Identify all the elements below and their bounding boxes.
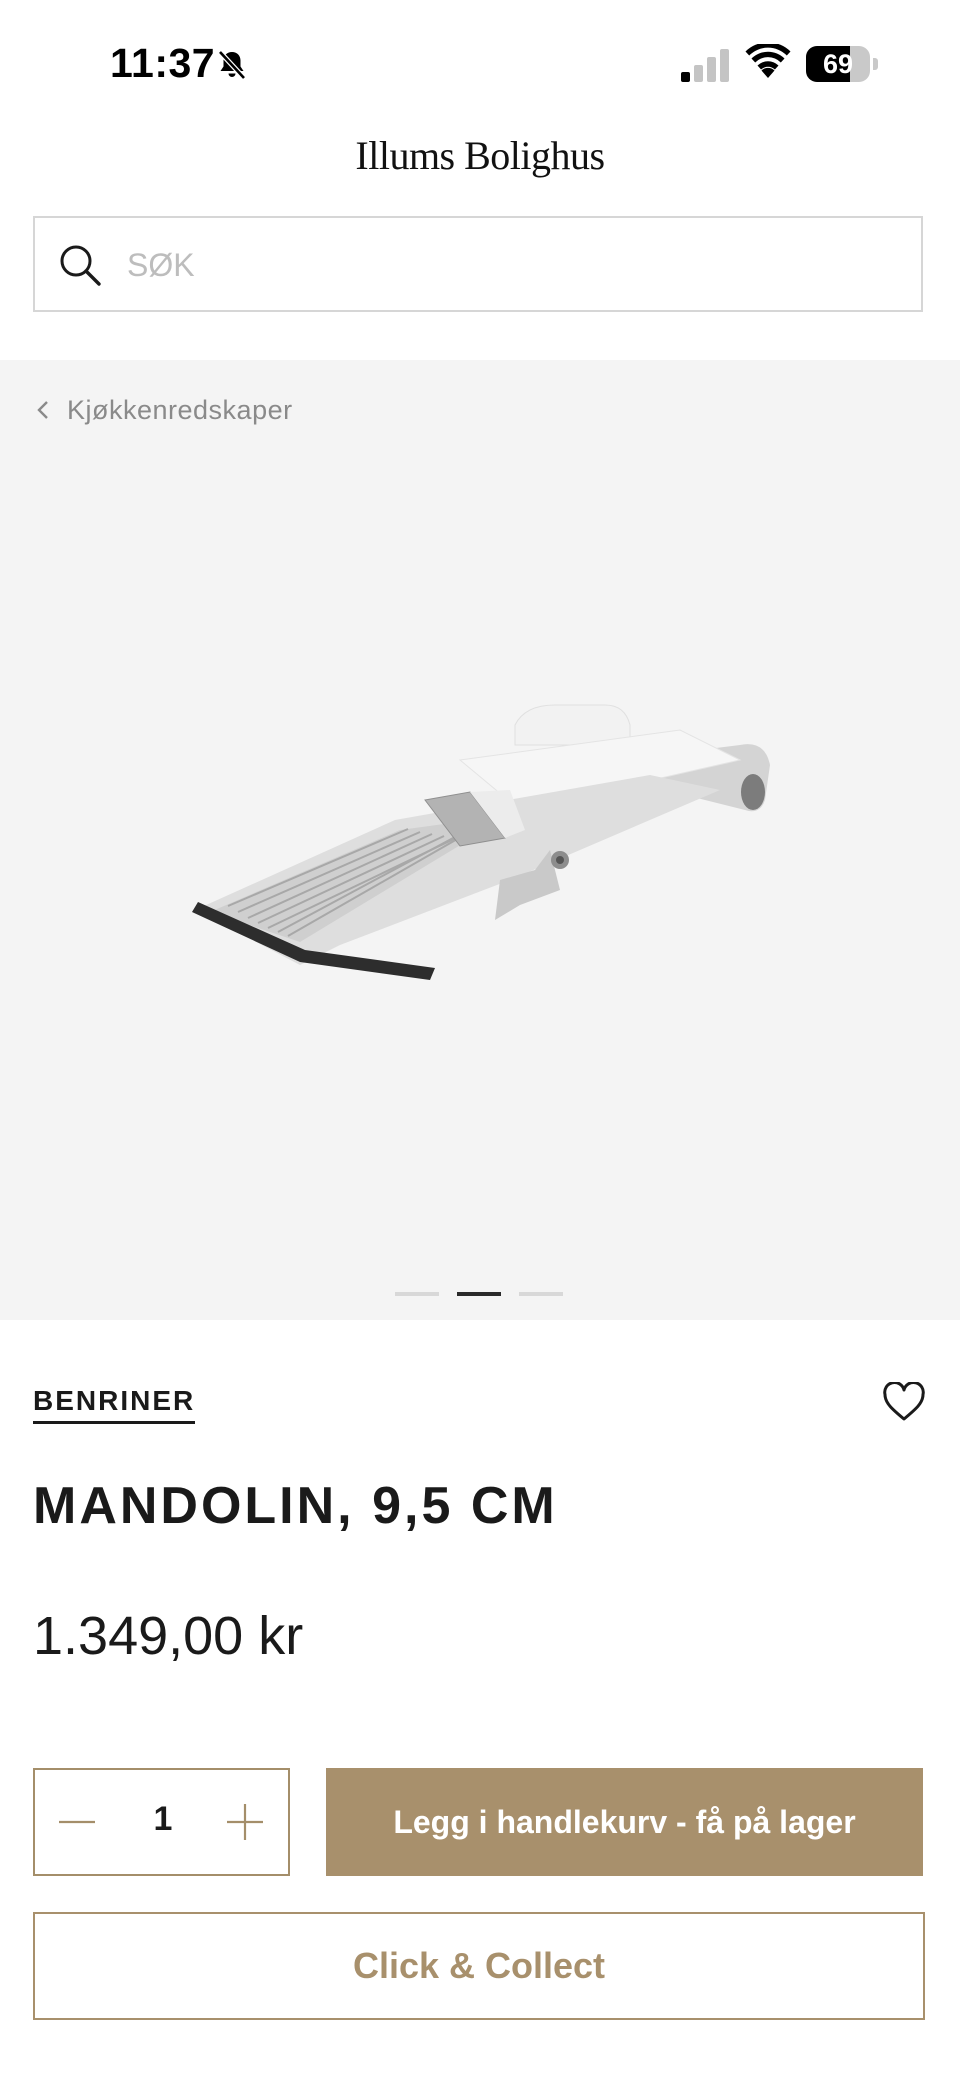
- wifi-icon: [745, 44, 791, 78]
- search-input[interactable]: [125, 238, 889, 292]
- status-bar: 11:37 69: [0, 0, 960, 120]
- battery-icon: 69: [806, 46, 878, 82]
- product-brand-link[interactable]: BENRINER: [33, 1385, 196, 1424]
- quantity-value[interactable]: 1: [105, 1800, 221, 1839]
- status-time: 11:37: [110, 40, 216, 86]
- brand-logo[interactable]: Illums Bolighus: [0, 132, 960, 179]
- search-icon[interactable]: [57, 242, 103, 288]
- product-price: 1.349,00 kr: [33, 1606, 304, 1666]
- plus-icon[interactable]: [223, 1800, 267, 1844]
- heart-icon[interactable]: [882, 1382, 926, 1422]
- product-image[interactable]: [180, 680, 780, 1000]
- chevron-left-icon[interactable]: [33, 398, 53, 422]
- product-gallery[interactable]: Kjøkkenredskaper: [0, 360, 960, 1320]
- breadcrumb[interactable]: Kjøkkenredskaper: [33, 390, 293, 430]
- search-bar[interactable]: [33, 216, 923, 312]
- battery-level: 69: [822, 49, 854, 79]
- slide-dot[interactable]: [395, 1292, 439, 1296]
- bell-slash-icon: [218, 50, 246, 80]
- add-to-cart-button[interactable]: Legg i handlekurv - få på lager: [326, 1768, 923, 1876]
- slide-indicator[interactable]: [395, 1292, 563, 1296]
- minus-icon[interactable]: [55, 1800, 99, 1844]
- slide-dot-active[interactable]: [457, 1292, 501, 1296]
- click-collect-button[interactable]: Click & Collect: [33, 1912, 925, 2020]
- breadcrumb-label[interactable]: Kjøkkenredskaper: [67, 395, 293, 426]
- quantity-stepper: 1: [33, 1768, 290, 1876]
- product-title: MANDOLIN, 9,5 CM: [33, 1477, 558, 1535]
- slide-dot[interactable]: [519, 1292, 563, 1296]
- cellular-signal-icon: [681, 49, 729, 82]
